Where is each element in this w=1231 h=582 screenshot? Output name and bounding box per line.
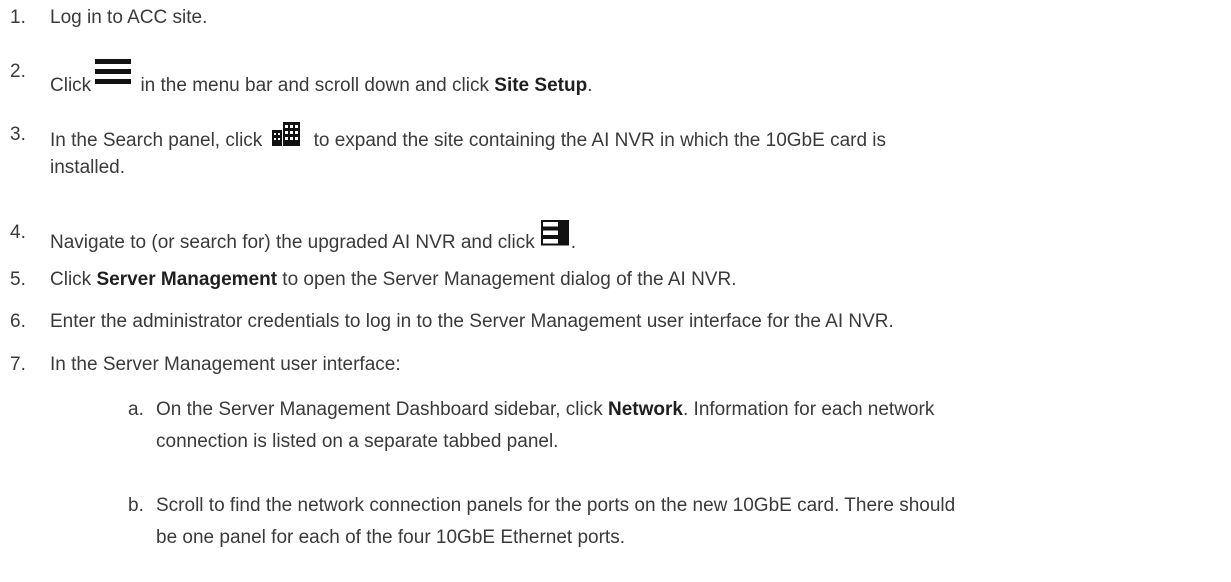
step-number: 5. bbox=[10, 269, 26, 290]
step-number: 7. bbox=[10, 354, 26, 375]
step-text-part: On the Server Management Dashboard sideb… bbox=[156, 399, 609, 420]
step-text: In the Server Management user interface: bbox=[50, 354, 401, 375]
step-number: 2. bbox=[10, 61, 26, 82]
substep-text: On the Server Management Dashboard sideb… bbox=[156, 397, 934, 423]
ui-term-server-management: Server Management bbox=[96, 269, 278, 290]
substep-letter: b. bbox=[128, 495, 144, 516]
step-text-part: . Information for each network bbox=[682, 399, 935, 420]
step-number: 3. bbox=[10, 124, 26, 145]
step-text-part: Navigate to (or search for) the upgraded… bbox=[50, 232, 535, 253]
substep-text: Scroll to find the network connection pa… bbox=[156, 495, 956, 516]
step-number: 1. bbox=[10, 7, 26, 28]
substep-text: connection is listed on a separate tabbe… bbox=[156, 431, 559, 452]
step-text: Click Server Management to open the Serv… bbox=[50, 267, 736, 293]
ui-term-site-setup: Site Setup bbox=[494, 75, 588, 96]
step-number: 6. bbox=[10, 311, 26, 332]
step-text: Click in the menu bar and scroll down an… bbox=[50, 59, 592, 99]
site-building-icon bbox=[272, 122, 301, 154]
hamburger-menu-icon bbox=[95, 59, 132, 93]
step-text-part: to open the Server Management dialog of … bbox=[277, 269, 737, 290]
step-text: In the Search panel, click to expand the… bbox=[50, 122, 886, 154]
step-text: Enter the administrator credentials to l… bbox=[50, 311, 894, 332]
step-text-part: to expand the site containing the AI NVR… bbox=[308, 130, 887, 151]
step-text: Navigate to (or search for) the upgraded… bbox=[50, 220, 576, 256]
step-text-part: Click bbox=[50, 269, 97, 290]
step-text-part: . bbox=[587, 75, 593, 96]
instruction-document: 1. Log in to ACC site. 2. Click in the m… bbox=[0, 0, 1231, 582]
substep-text: be one panel for each of the four 10GbE … bbox=[156, 527, 625, 548]
step-text-part: In the Search panel, click bbox=[50, 130, 263, 151]
ui-term-network: Network bbox=[608, 399, 683, 420]
step-number: 4. bbox=[10, 222, 26, 243]
step-text: Log in to ACC site. bbox=[50, 7, 208, 28]
step-text: installed. bbox=[50, 157, 125, 178]
server-stack-icon bbox=[540, 220, 569, 254]
step-text-part: in the menu bar and scroll down and clic… bbox=[135, 75, 495, 96]
substep-letter: a. bbox=[128, 399, 144, 420]
step-text-part: Click bbox=[50, 75, 92, 96]
step-text-part: . bbox=[570, 232, 577, 253]
